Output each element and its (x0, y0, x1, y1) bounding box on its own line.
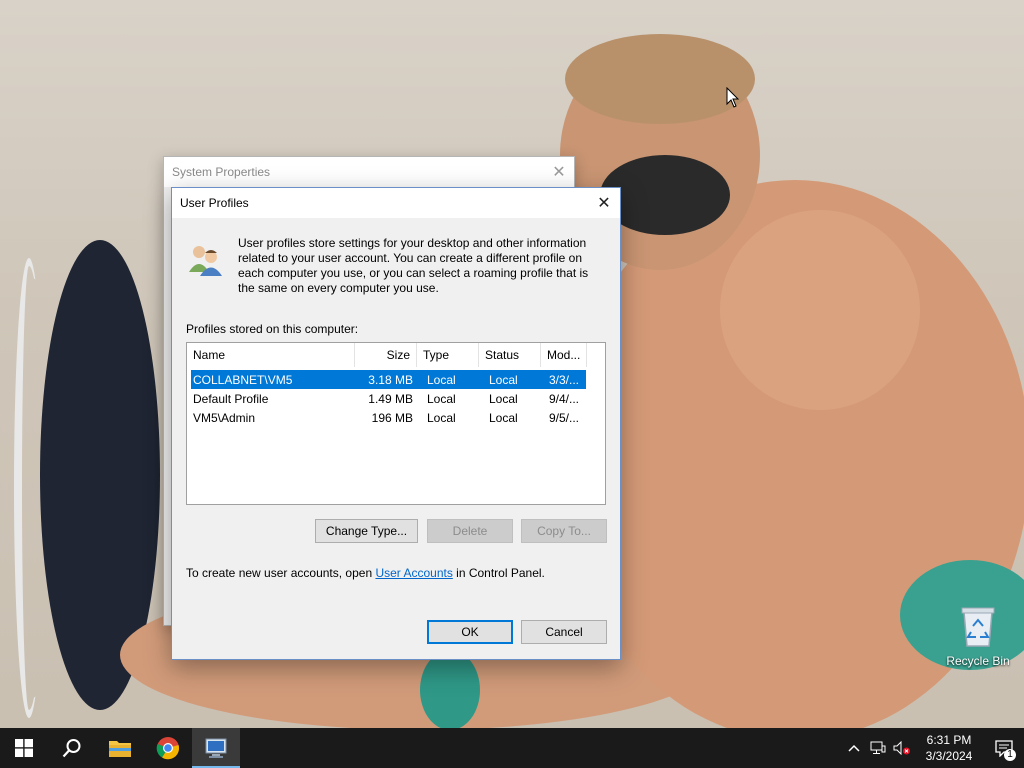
profile-type: Local (427, 391, 456, 406)
clock-date: 3/3/2024 (925, 749, 973, 763)
search-icon (62, 739, 81, 758)
profile-status: Local (489, 391, 518, 406)
profile-modified: 9/4/... (549, 391, 580, 406)
wallpaper-shape (565, 34, 755, 124)
system-properties-icon (205, 738, 227, 758)
profile-size: 196 MB (371, 410, 413, 425)
taskbar-clock[interactable]: 6:31 PM 3/3/2024 (914, 732, 984, 764)
clock-time: 6:31 PM (926, 733, 972, 747)
profile-modified: 3/3/... (549, 372, 580, 387)
footer-suffix: in Control Panel. (452, 566, 545, 580)
recycle-bin-desktop-icon[interactable]: Recycle Bin (940, 600, 1016, 668)
cancel-button[interactable]: Cancel (521, 620, 607, 644)
file-explorer-icon (109, 741, 131, 757)
profile-status: Local (489, 372, 518, 387)
change-type-button[interactable]: Change Type... (315, 519, 418, 543)
column-header-type[interactable]: Type (417, 342, 479, 367)
file-explorer-button[interactable] (96, 728, 144, 768)
profile-type: Local (427, 372, 456, 387)
column-header-size[interactable]: Size (355, 342, 417, 367)
profiles-description: User profiles store settings for your de… (238, 236, 589, 295)
volume-muted-icon[interactable] (890, 728, 914, 768)
chrome-icon (156, 737, 180, 760)
system-properties-close-icon[interactable]: ✕ (544, 157, 574, 187)
system-properties-titlebar[interactable]: System Properties (164, 157, 574, 187)
profile-size: 1.49 MB (368, 391, 413, 406)
start-icon (15, 739, 33, 757)
action-center-button[interactable]: 1 (984, 728, 1024, 768)
user-profiles-titlebar[interactable]: User Profiles ✕ (172, 188, 620, 218)
footer-prefix: To create new user accounts, open (186, 566, 376, 580)
delete-button[interactable]: Delete (427, 519, 513, 543)
footer-text: To create new user accounts, open User A… (186, 566, 545, 580)
search-button[interactable] (48, 728, 96, 768)
system-properties-title: System Properties (172, 165, 271, 179)
recycle-bin-label: Recycle Bin (946, 654, 1010, 668)
profile-name: VM5\Admin (193, 410, 256, 425)
profile-name: Default Profile (193, 391, 269, 406)
network-icon[interactable] (866, 728, 890, 768)
profile-modified: 9/5/... (549, 410, 580, 425)
profiles-label: Profiles stored on this computer: (186, 322, 359, 336)
chrome-button[interactable] (144, 728, 192, 768)
profile-type: Local (427, 410, 456, 425)
start-button[interactable] (0, 728, 48, 768)
list-item[interactable]: COLLABNET\VM5 3.18 MB Local Local 3/3/..… (191, 370, 586, 389)
wallpaper-shape (420, 650, 480, 728)
close-icon[interactable]: ✕ (588, 188, 620, 218)
list-item[interactable]: Default Profile 1.49 MB Local Local 9/4/… (191, 389, 601, 408)
profile-name: COLLABNET\VM5 (193, 372, 293, 387)
recycle-bin-icon (958, 604, 998, 648)
column-header-name[interactable]: Name (187, 342, 355, 367)
profile-size: 3.18 MB (368, 372, 413, 387)
profiles-list[interactable]: Name Size Type Status Mod... COLLABNET\V… (186, 342, 606, 505)
users-icon (186, 240, 226, 280)
copy-to-button[interactable]: Copy To... (521, 519, 607, 543)
user-accounts-link[interactable]: User Accounts (375, 566, 452, 580)
list-header: Name Size Type Status Mod... (187, 342, 605, 367)
column-header-modified[interactable]: Mod... (541, 342, 587, 367)
notification-count-badge: 1 (1004, 749, 1016, 761)
show-hidden-icons-chevron-up-icon[interactable] (842, 728, 866, 768)
wallpaper-shape (720, 210, 920, 410)
user-profiles-dialog[interactable]: User Profiles ✕ User profiles store sett… (171, 187, 621, 660)
list-item[interactable]: VM5\Admin 196 MB Local Local 9/5/... (191, 408, 601, 427)
dialog-title: User Profiles (180, 196, 249, 210)
taskbar: 6:31 PM 3/3/2024 1 (0, 728, 1024, 768)
ok-button[interactable]: OK (427, 620, 513, 644)
system-properties-taskbar-button[interactable] (192, 728, 240, 768)
system-tray: 6:31 PM 3/3/2024 1 (842, 728, 1024, 768)
info-section: User profiles store settings for your de… (186, 236, 606, 296)
profile-status: Local (489, 410, 518, 425)
column-header-status[interactable]: Status (479, 342, 541, 367)
